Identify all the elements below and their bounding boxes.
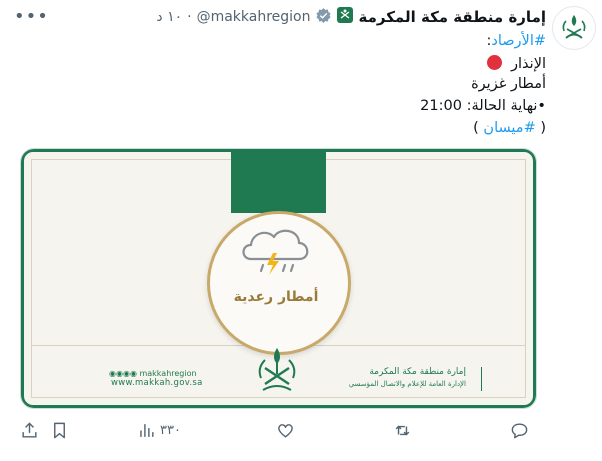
separator: · <box>187 9 192 25</box>
views-button[interactable]: ٣٣٠ <box>137 420 181 440</box>
footer-org-name: إمارة منطقة مكة المكرمة <box>369 367 466 377</box>
avatar[interactable] <box>552 6 596 50</box>
paren-open: ( <box>540 120 546 136</box>
bookmark-icon <box>54 422 65 438</box>
footer-department: الإدارة العامة للإعلام والاتصال المؤسسي <box>348 380 466 388</box>
more-icon[interactable]: ••• <box>14 6 49 27</box>
card-caption: أمطار رعدية <box>233 289 319 305</box>
retweet-button[interactable] <box>393 420 412 440</box>
media-card[interactable]: أمطار رعدية ◉◉◉◉ makkahregion www.makkah… <box>20 148 537 409</box>
footer-website: www.makkah.gov.sa <box>111 378 203 388</box>
hashtag-maysan[interactable]: #ميسان <box>483 120 535 136</box>
paren-close: ) <box>473 120 479 136</box>
share-button[interactable] <box>20 420 39 440</box>
like-button[interactable] <box>276 420 295 440</box>
tweet-line-3: أمطار غزيرة <box>471 76 546 92</box>
display-name[interactable]: إمارة منطقة مكة المكرمة <box>358 8 546 26</box>
share-icon <box>22 421 37 438</box>
footer-handle: makkahregion <box>139 369 197 378</box>
reply-button[interactable] <box>510 420 529 440</box>
thunderstorm-icon <box>242 229 309 275</box>
tweet-line-1: #الأرصاد: <box>486 33 546 49</box>
handle[interactable]: @makkahregion <box>197 9 311 25</box>
views-count: ٣٣٠ <box>160 422 181 438</box>
footer-social: ◉◉◉◉ makkahregion <box>109 369 197 378</box>
footer-separator <box>481 367 482 391</box>
red-circle-icon <box>487 55 503 70</box>
retweet-icon <box>395 425 410 435</box>
saudi-emblem-icon <box>258 348 296 391</box>
green-band <box>231 149 326 213</box>
reply-icon <box>511 422 528 438</box>
emblem-badge-icon <box>337 7 354 27</box>
tweet-line-2: الإنذار <box>487 55 546 72</box>
timestamp[interactable]: ١٠ د <box>156 9 182 25</box>
views-icon <box>140 423 154 437</box>
tweet-line-4: •نهاية الحالة: 21:00 <box>420 98 546 114</box>
verified-icon <box>315 7 332 28</box>
tweet-header: إمارة منطقة مكة المكرمة @makkahregion · … <box>156 6 546 28</box>
tweet-line-5: ( #ميسان ) <box>473 120 546 136</box>
alert-label: الإنذار <box>511 56 546 72</box>
hashtag-arsad[interactable]: #الأرصاد <box>491 33 546 49</box>
heart-icon <box>278 423 293 438</box>
bookmark-button[interactable] <box>50 420 69 440</box>
social-icons: ◉◉◉◉ <box>109 369 137 378</box>
emblem-icon <box>562 15 586 39</box>
